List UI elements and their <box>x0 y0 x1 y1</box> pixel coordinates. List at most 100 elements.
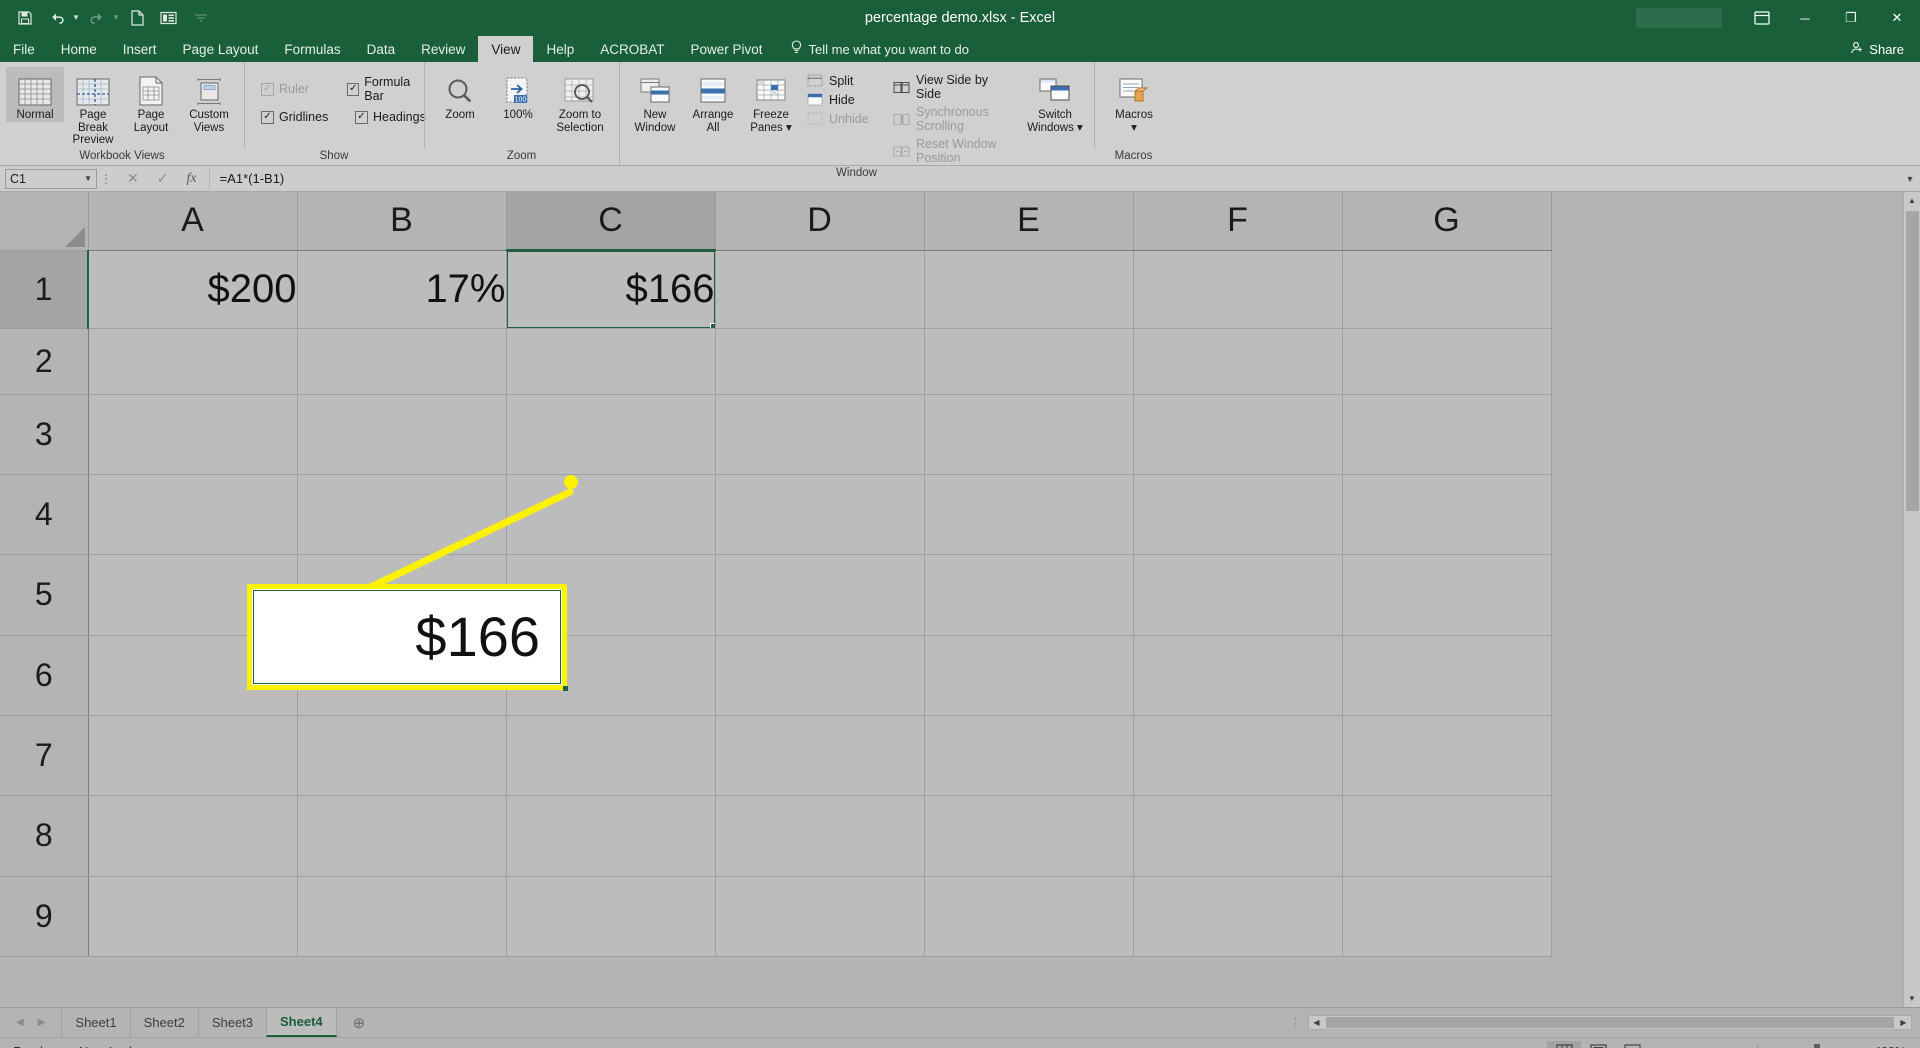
tab-acrobat[interactable]: ACROBAT <box>587 36 677 62</box>
column-header-c[interactable]: C <box>506 192 716 251</box>
checkbox-ruler[interactable]: ✓ Ruler <box>261 75 331 103</box>
normal-view-button[interactable]: Normal <box>6 67 64 122</box>
page-break-preview-button[interactable] <box>1615 1041 1649 1048</box>
row-header-4[interactable]: 4 <box>0 474 89 555</box>
cell-e6[interactable] <box>924 635 1134 716</box>
page-break-preview-button[interactable]: Page Break Preview <box>64 67 122 147</box>
callout-box[interactable]: $166 <box>247 584 567 690</box>
row-header-3[interactable]: 3 <box>0 394 89 475</box>
cell-e3[interactable] <box>924 394 1134 475</box>
new-icon[interactable] <box>122 4 152 32</box>
cell-f6[interactable] <box>1133 635 1343 716</box>
cell-a2[interactable] <box>88 328 298 395</box>
enter-icon[interactable]: ✓ <box>157 170 169 187</box>
normal-view-button[interactable] <box>1547 1040 1581 1048</box>
cell-c7[interactable] <box>506 715 716 796</box>
callout-resize-handle[interactable] <box>563 686 568 691</box>
cell-a3[interactable] <box>88 394 298 475</box>
split-button[interactable]: Split <box>806 73 882 88</box>
cell-b8[interactable] <box>297 795 507 877</box>
cell-e9[interactable] <box>924 876 1134 957</box>
undo-icon[interactable] <box>42 4 72 32</box>
row-header-8[interactable]: 8 <box>0 795 89 877</box>
tab-review[interactable]: Review <box>408 36 478 62</box>
cell-b3[interactable] <box>297 394 507 475</box>
cell-f3[interactable] <box>1133 394 1343 475</box>
cancel-icon[interactable]: ✕ <box>127 170 139 187</box>
cell-e1[interactable] <box>924 250 1134 329</box>
macros-button[interactable]: Macros ▾ <box>1101 67 1167 134</box>
redo-dropdown-caret[interactable]: ▼ <box>112 14 120 22</box>
cell-b1[interactable]: 17% <box>297 250 507 329</box>
hide-button[interactable]: Hide <box>806 92 882 107</box>
cell-g4[interactable] <box>1342 474 1552 555</box>
cell-b2[interactable] <box>297 328 507 395</box>
redo-icon[interactable] <box>82 4 112 32</box>
cell-e5[interactable] <box>924 554 1134 636</box>
scroll-grip-icon[interactable]: ⋮ <box>1290 1016 1302 1029</box>
cell-d3[interactable] <box>715 394 925 475</box>
cell-f9[interactable] <box>1133 876 1343 957</box>
tab-power-pivot[interactable]: Power Pivot <box>677 36 775 62</box>
page-layout-view-button[interactable] <box>1581 1041 1615 1048</box>
sheet-next-icon[interactable]: ▶ <box>38 1017 46 1028</box>
column-header-f[interactable]: F <box>1133 192 1343 251</box>
switch-windows-button[interactable]: Switch Windows ▾ <box>1022 67 1088 134</box>
cell-a8[interactable] <box>88 795 298 877</box>
unhide-button[interactable]: Unhide <box>806 111 882 126</box>
row-header-9[interactable]: 9 <box>0 876 89 957</box>
cell-f4[interactable] <box>1133 474 1343 555</box>
zoom-100-button[interactable]: 100 100% <box>489 67 547 122</box>
select-all-corner[interactable] <box>0 192 89 251</box>
cell-d4[interactable] <box>715 474 925 555</box>
checkbox-gridlines[interactable]: ✓ Gridlines <box>261 110 339 124</box>
cell-d7[interactable] <box>715 715 925 796</box>
sheet-tab-sheet2[interactable]: Sheet2 <box>129 1008 198 1037</box>
view-side-by-side-button[interactable]: View Side by Side <box>893 73 1013 101</box>
close-button[interactable]: ✕ <box>1874 0 1920 36</box>
undo-dropdown-caret[interactable]: ▼ <box>72 14 80 22</box>
zoom-out-button[interactable]: − <box>1667 1044 1679 1048</box>
cell-b9[interactable] <box>297 876 507 957</box>
ribbon-display-options-icon[interactable] <box>1742 11 1782 25</box>
vertical-scrollbar[interactable]: ▲ ▼ <box>1903 192 1920 1007</box>
add-sheet-icon[interactable]: ⊕ <box>337 1008 382 1037</box>
cell-e2[interactable] <box>924 328 1134 395</box>
horizontal-scroll-thumb[interactable] <box>1326 1017 1894 1028</box>
sheet-prev-icon[interactable]: ◀ <box>16 1017 24 1028</box>
reset-window-position-button[interactable]: Reset Window Position <box>893 137 1013 165</box>
checkbox-headings[interactable]: ✓ Headings <box>355 110 426 124</box>
cell-d9[interactable] <box>715 876 925 957</box>
cell-d1[interactable] <box>715 250 925 329</box>
save-icon[interactable] <box>10 4 40 32</box>
insert-function-icon[interactable]: fx <box>186 171 196 187</box>
cell-f2[interactable] <box>1133 328 1343 395</box>
restore-button[interactable]: ❐ <box>1828 0 1874 36</box>
tab-file[interactable]: File <box>0 36 48 62</box>
tab-formulas[interactable]: Formulas <box>271 36 353 62</box>
name-box-dropdown-icon[interactable]: ▼ <box>84 174 92 183</box>
cell-f7[interactable] <box>1133 715 1343 796</box>
sheet-tab-sheet1[interactable]: Sheet1 <box>61 1008 129 1037</box>
column-header-b[interactable]: B <box>297 192 507 251</box>
vertical-scroll-thumb[interactable] <box>1905 211 1919 511</box>
row-header-5[interactable]: 5 <box>0 554 89 636</box>
arrange-all-button[interactable]: Arrange All <box>684 67 742 134</box>
cell-g6[interactable] <box>1342 635 1552 716</box>
page-layout-button[interactable]: Page Layout <box>122 67 180 134</box>
zoom-in-button[interactable]: + <box>1835 1044 1847 1048</box>
cell-a1[interactable]: $200 <box>88 250 298 329</box>
cell-c9[interactable] <box>506 876 716 957</box>
customize-qat-icon[interactable] <box>186 4 216 32</box>
tab-help[interactable]: Help <box>533 36 587 62</box>
cell-g8[interactable] <box>1342 795 1552 877</box>
tab-insert[interactable]: Insert <box>110 36 170 62</box>
cell-c2[interactable] <box>506 328 716 395</box>
cell-f5[interactable] <box>1133 554 1343 636</box>
checkbox-formula-bar[interactable]: ✓ Formula Bar <box>347 75 425 103</box>
tab-data[interactable]: Data <box>354 36 409 62</box>
tell-me-box[interactable]: Tell me what you want to do <box>776 36 969 62</box>
sheet-tab-sheet3[interactable]: Sheet3 <box>197 1008 266 1037</box>
column-header-e[interactable]: E <box>924 192 1134 251</box>
cell-b7[interactable] <box>297 715 507 796</box>
